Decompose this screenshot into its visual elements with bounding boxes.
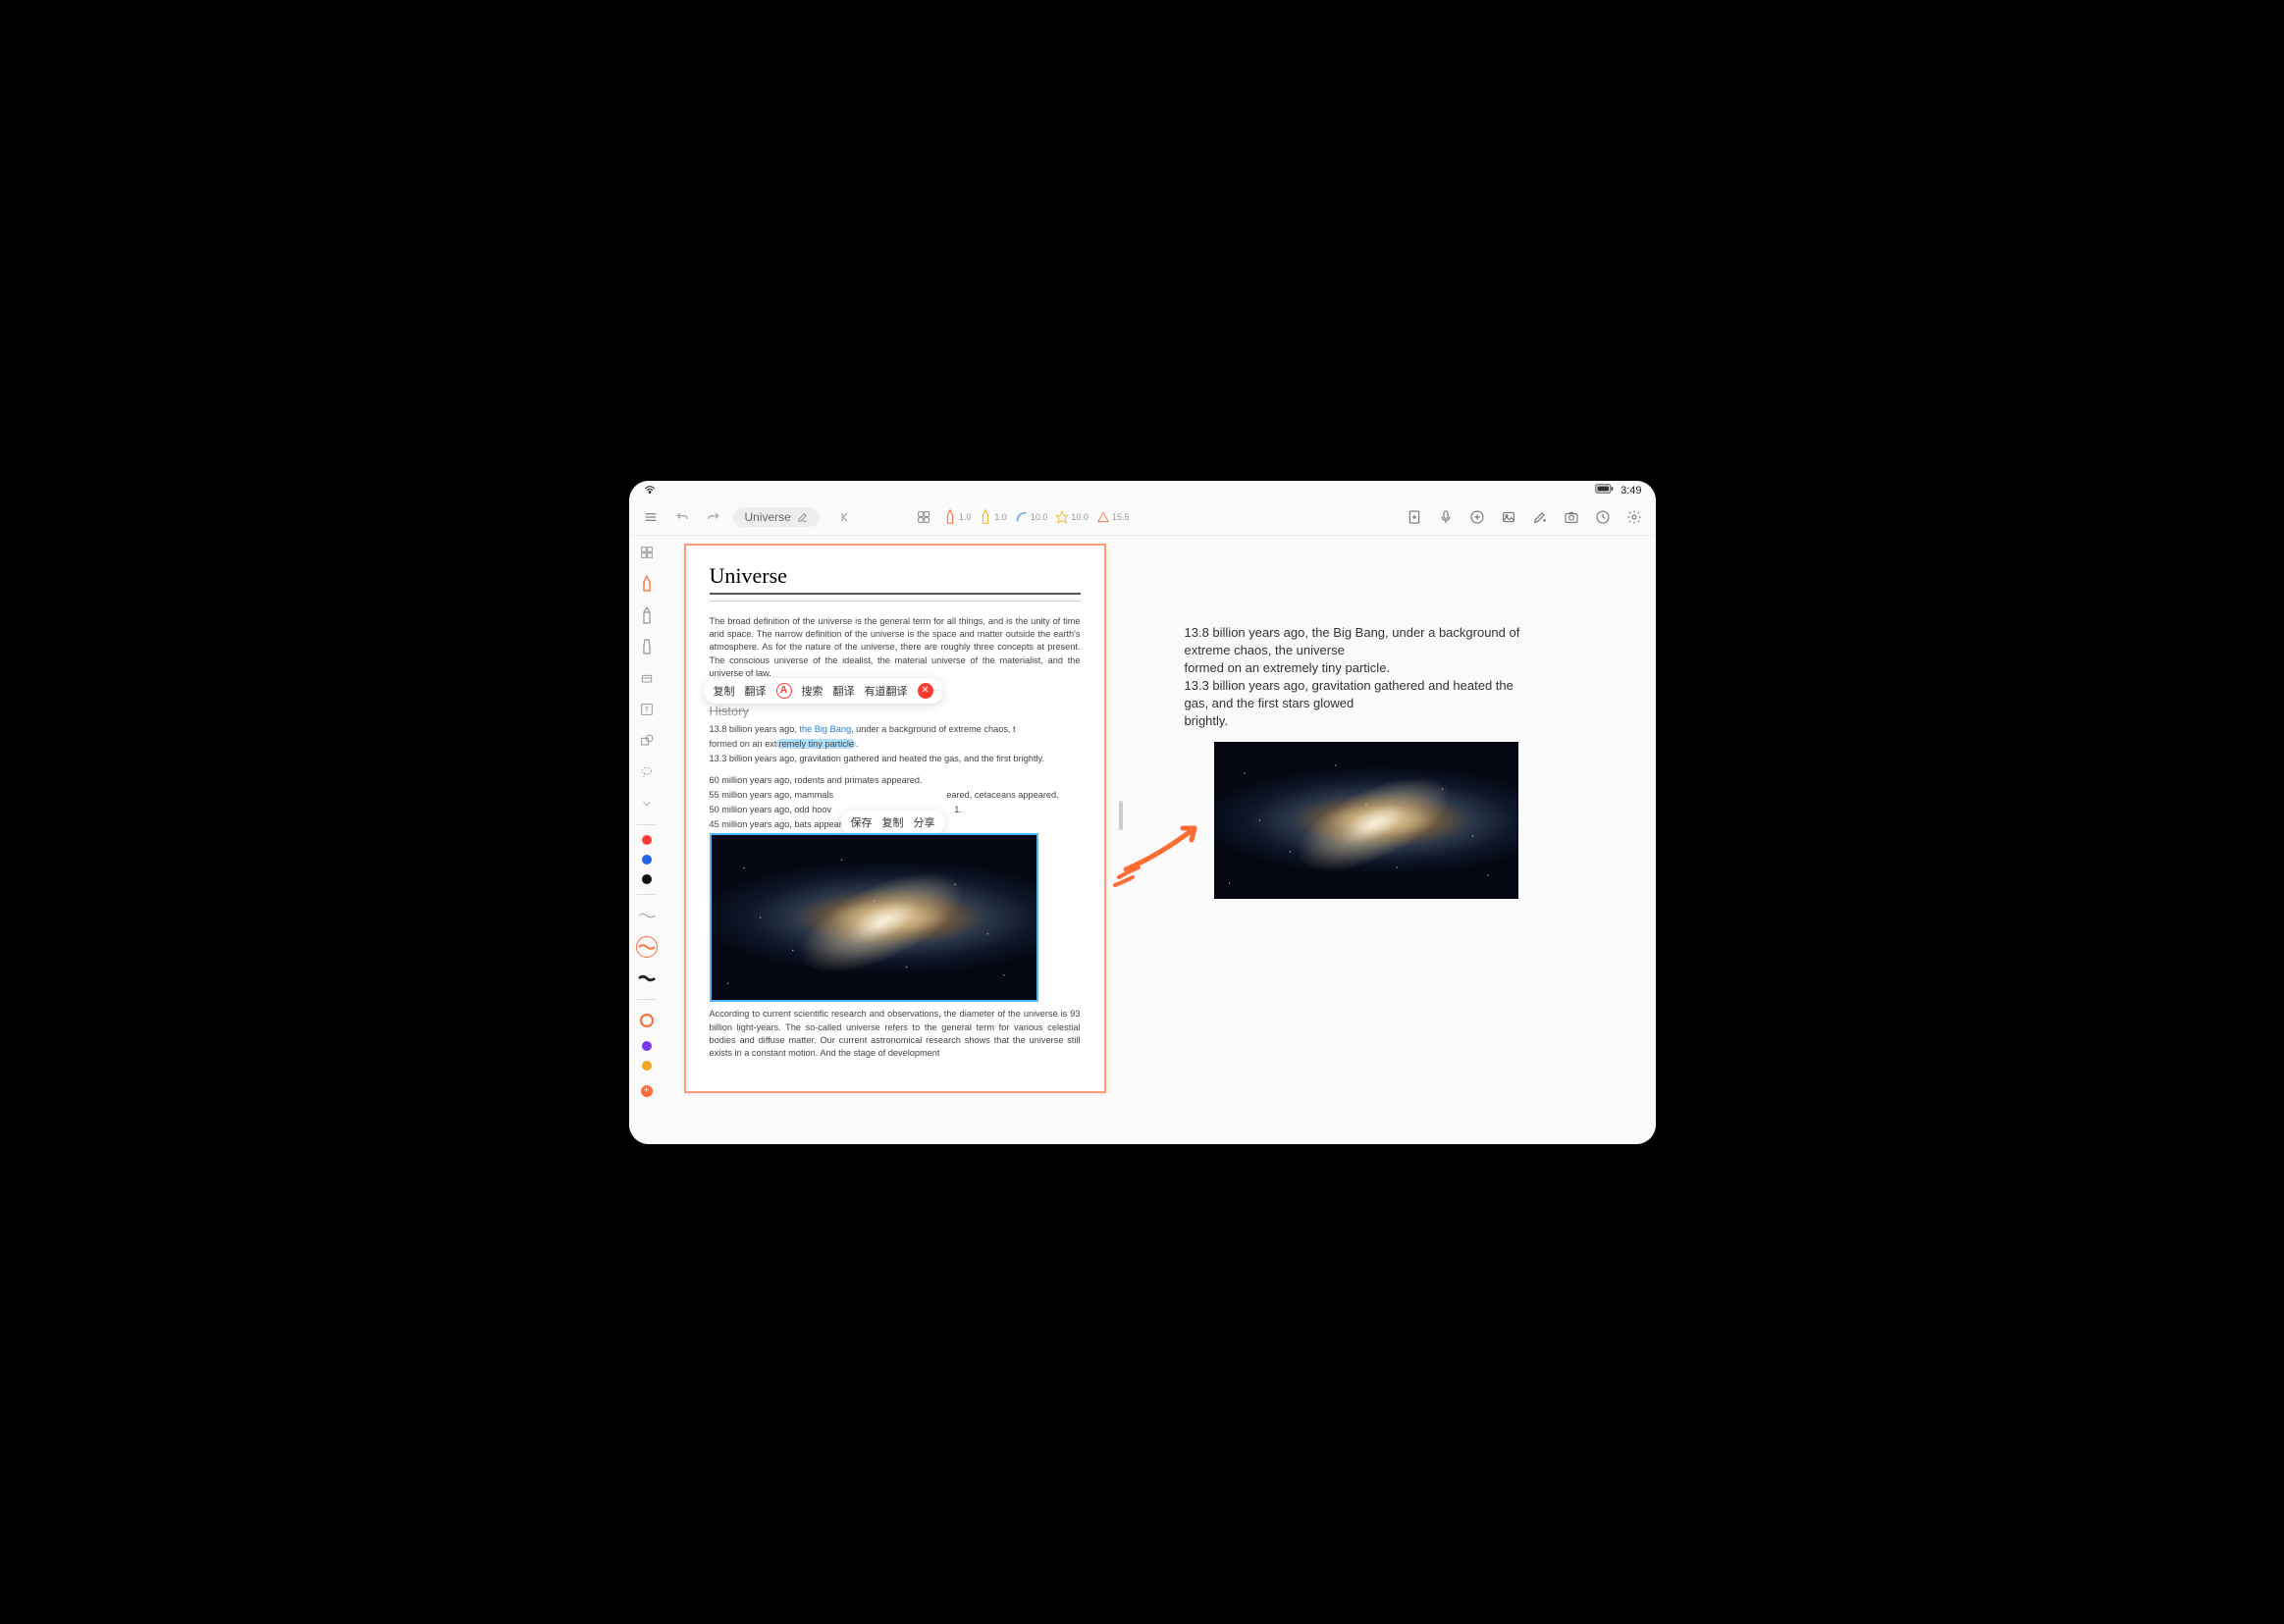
ctx-font-icon[interactable]: A xyxy=(776,683,792,699)
rail-divider xyxy=(637,824,657,825)
star-tool[interactable]: 10.0 xyxy=(1055,510,1089,524)
big-bang-link[interactable]: the Big Bang xyxy=(799,724,851,734)
curve-tool[interactable]: 10.0 xyxy=(1015,510,1048,524)
pen-tool-1[interactable]: 1.0 xyxy=(943,509,972,525)
img-copy[interactable]: 复制 xyxy=(882,814,904,830)
back-icon[interactable] xyxy=(833,505,857,529)
img-save[interactable]: 保存 xyxy=(851,814,873,830)
color-blue[interactable] xyxy=(642,855,652,864)
screen: 3:49 Universe xyxy=(629,481,1656,1144)
stroke-thin-icon[interactable] xyxy=(636,905,658,926)
undo-button[interactable] xyxy=(670,505,694,529)
image-selection-menu: 保存 复制 分享 xyxy=(841,811,945,834)
rail-lasso-icon[interactable] xyxy=(636,761,658,783)
pen-tool-2[interactable]: 1.0 xyxy=(979,509,1007,525)
brush-yellow[interactable] xyxy=(642,1061,652,1071)
history-icon[interactable] xyxy=(1591,505,1615,529)
rail-layout-icon[interactable] xyxy=(636,542,658,563)
history-header: History xyxy=(710,704,1081,718)
brush-ring-orange[interactable] xyxy=(636,1010,658,1031)
clock-time: 3:49 xyxy=(1620,485,1641,497)
timeline-row: 13.3 billion years ago, gravitation gath… xyxy=(710,752,1081,766)
document-title[interactable]: Universe xyxy=(733,507,820,527)
stroke-thick-icon[interactable] xyxy=(636,968,658,989)
pen-add-icon[interactable] xyxy=(1528,505,1552,529)
timeline-row: 60 million years ago, rodents and primat… xyxy=(710,773,1081,788)
pasted-text-block[interactable]: 13.8 billion years ago, the Big Bang, un… xyxy=(1185,624,1528,731)
galaxy-image-pasted[interactable] xyxy=(1214,742,1518,899)
img-share[interactable]: 分享 xyxy=(914,814,935,830)
ctx-close-icon[interactable]: ✕ xyxy=(918,683,933,699)
microphone-icon[interactable] xyxy=(1434,505,1458,529)
doc-title-heading: Universe xyxy=(710,563,1081,595)
rail-text-icon[interactable]: T xyxy=(636,699,658,720)
layout-icon[interactable] xyxy=(912,505,935,529)
rail-divider-2 xyxy=(637,894,657,895)
stroke-medium-icon[interactable] xyxy=(636,936,658,958)
timeline-row: 13.8 billion years ago, the Big Bang, un… xyxy=(710,722,1081,737)
arrow-annotation xyxy=(1111,811,1219,889)
menu-icon[interactable] xyxy=(639,505,663,529)
edit-icon xyxy=(797,512,808,523)
title-underline xyxy=(710,599,1081,602)
tablet-frame: 3:49 Universe xyxy=(617,469,1668,1156)
battery-icon xyxy=(1595,484,1615,497)
ctx-translate-2[interactable]: 翻译 xyxy=(833,683,855,699)
settings-icon[interactable] xyxy=(1622,505,1646,529)
triangle-tool[interactable]: 15.5 xyxy=(1096,510,1130,524)
ctx-translate[interactable]: 翻译 xyxy=(745,683,767,699)
text-selection-menu: 复制 翻译 A 搜索 翻译 有道翻译 ✕ xyxy=(704,678,943,704)
camera-icon[interactable] xyxy=(1560,505,1583,529)
rail-eraser-icon[interactable] xyxy=(636,667,658,689)
selection-handle[interactable] xyxy=(710,992,719,1002)
timeline-row: formed on an extremely tiny particle. xyxy=(710,737,1081,752)
add-page-icon[interactable] xyxy=(1403,505,1426,529)
rail-shape-icon[interactable] xyxy=(636,730,658,752)
brush-purple[interactable] xyxy=(642,1041,652,1051)
add-icon[interactable] xyxy=(1465,505,1489,529)
ctx-search[interactable]: 搜索 xyxy=(802,683,823,699)
closing-paragraph: According to current scientific research… xyxy=(710,1008,1081,1060)
galaxy-image-selected[interactable] xyxy=(710,833,1038,1002)
selection-handle[interactable] xyxy=(1029,992,1038,1002)
left-tool-rail: T + xyxy=(629,536,664,1144)
redo-button[interactable] xyxy=(702,505,725,529)
status-bar: 3:49 xyxy=(629,481,1656,500)
svg-text:T: T xyxy=(644,705,649,713)
rail-chevron-down-icon[interactable] xyxy=(636,793,658,814)
add-color-icon[interactable]: + xyxy=(636,1080,658,1102)
top-toolbar: Universe 1.0 1.0 10.0 xyxy=(629,500,1656,536)
timeline-row: 55 million years ago, mammals eared, cet… xyxy=(710,788,1081,803)
ctx-copy[interactable]: 复制 xyxy=(714,683,735,699)
rail-divider-3 xyxy=(637,999,657,1000)
color-black[interactable] xyxy=(642,874,652,884)
selection-handle[interactable] xyxy=(710,833,719,843)
rail-pen-icon[interactable] xyxy=(636,573,658,595)
source-document-page[interactable]: Universe The broad definition of the uni… xyxy=(684,544,1106,1093)
intro-paragraph: The broad definition of the universe is … xyxy=(710,615,1081,681)
color-red[interactable] xyxy=(642,835,652,845)
image-icon[interactable] xyxy=(1497,505,1520,529)
rail-pencil-icon[interactable] xyxy=(636,604,658,626)
highlighted-text[interactable]: remely tiny particle xyxy=(776,739,856,749)
rail-highlighter-icon[interactable] xyxy=(636,636,658,657)
canvas[interactable]: Universe The broad definition of the uni… xyxy=(664,536,1656,1144)
selection-handle[interactable] xyxy=(1029,833,1038,843)
ctx-youdao[interactable]: 有道翻译 xyxy=(865,683,908,699)
wifi-icon xyxy=(643,482,657,498)
